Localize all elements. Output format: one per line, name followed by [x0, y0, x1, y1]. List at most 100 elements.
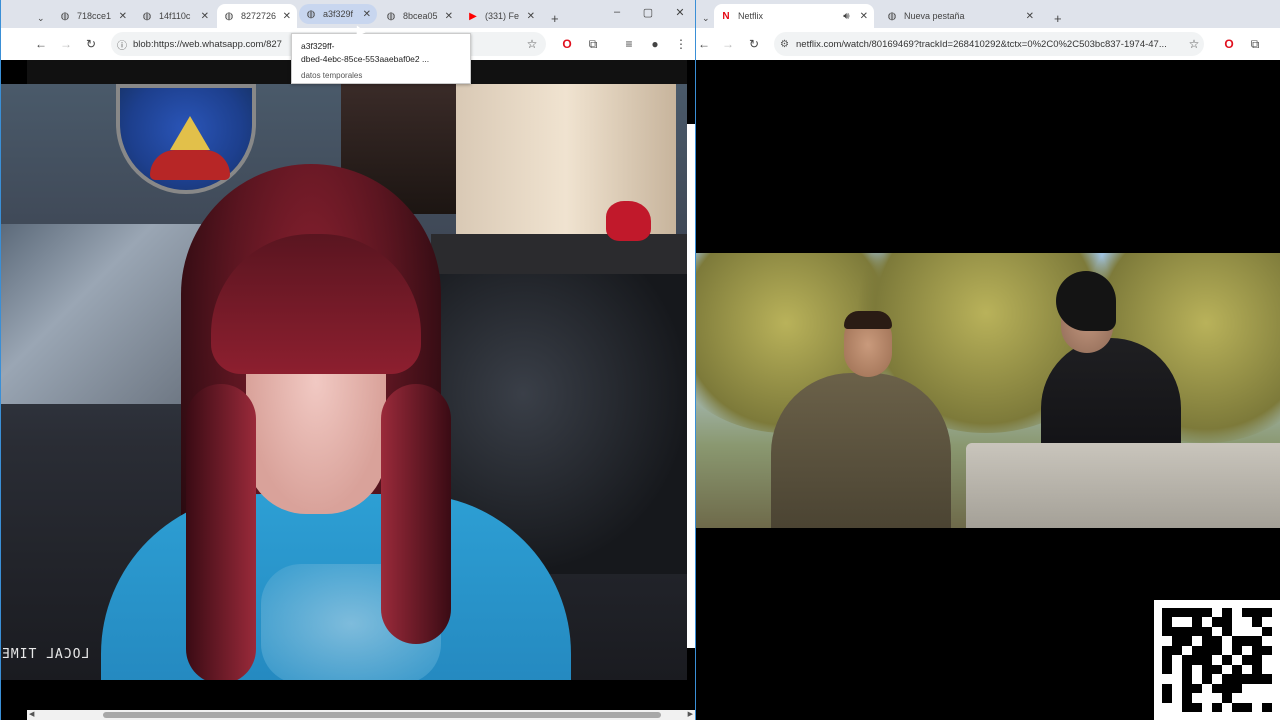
window-close-button[interactable]: ✕ [670, 6, 690, 19]
maximize-button[interactable]: ▢ [638, 6, 658, 19]
qr-module [1162, 645, 1172, 656]
extensions-icon[interactable]: ⧉ [585, 36, 601, 52]
tab-1[interactable]: ◍ 718cce1 ✕ [53, 4, 133, 28]
forward-button[interactable]: → [720, 36, 736, 52]
tab-2[interactable]: ◍ 14f110c ✕ [135, 4, 215, 28]
qr-module [1202, 617, 1212, 627]
netflix-video-frame[interactable] [696, 253, 1280, 528]
qr-module [1192, 608, 1202, 618]
globe-icon: ◍ [224, 10, 234, 22]
close-icon[interactable]: ✕ [283, 11, 291, 22]
qr-module [1182, 693, 1192, 703]
qr-module [1182, 626, 1192, 637]
opera-extension-icon[interactable]: O [559, 36, 575, 52]
qr-module [1262, 693, 1272, 703]
qr-module [1182, 664, 1192, 675]
qr-module [1172, 617, 1182, 627]
tab-5[interactable]: ◍ 8bcea05 ✕ [379, 4, 459, 28]
qr-module [1162, 636, 1172, 646]
scroll-right-arrow-icon[interactable]: ▶ [688, 710, 693, 720]
qr-module [1222, 655, 1232, 665]
close-icon[interactable]: ✕ [119, 11, 127, 22]
qr-module [1252, 626, 1262, 637]
qr-module [1222, 636, 1232, 646]
media-control-icon[interactable]: ≡ [621, 36, 637, 52]
qr-module [1182, 674, 1192, 684]
qr-module [1182, 636, 1192, 646]
qr-module [1162, 608, 1172, 618]
new-tab-button[interactable]: + [1048, 6, 1066, 30]
qr-module [1162, 626, 1172, 637]
plus-icon: + [1054, 10, 1062, 26]
address-bar[interactable]: ⚙ netflix.com/watch/80169469?trackId=268… [774, 32, 1204, 56]
tab-4[interactable]: ◍ a3f329f ✕ [299, 4, 377, 24]
extensions-icon[interactable]: ⧉ [1247, 36, 1263, 52]
qr-module [1212, 626, 1222, 637]
qr-module [1232, 702, 1242, 712]
qr-module [1222, 608, 1232, 618]
scroll-left-arrow-icon[interactable]: ◀ [29, 710, 34, 720]
speaker-icon[interactable]: 🔊︎ [843, 11, 849, 22]
back-button[interactable]: ← [33, 36, 49, 52]
plus-icon: + [551, 10, 559, 26]
new-tab-button[interactable]: + [545, 6, 563, 30]
tab-6[interactable]: ▶ (331) Fe ✕ [461, 4, 541, 28]
close-icon[interactable]: ✕ [860, 11, 868, 22]
qr-module [1172, 608, 1182, 618]
close-icon[interactable]: ✕ [1026, 11, 1034, 22]
tab-new-tab[interactable]: ◍ Nueva pestaña ✕ [880, 4, 1040, 28]
qr-module [1252, 693, 1262, 703]
qr-module [1252, 674, 1262, 684]
qr-module [1202, 608, 1212, 618]
qr-module [1212, 617, 1222, 627]
qr-module [1182, 617, 1192, 627]
tab-search-button[interactable]: ⌄ [696, 6, 714, 30]
bookmark-star-icon[interactable]: ☆ [1186, 36, 1202, 52]
tab-netflix[interactable]: N Netflix 🔊︎ ✕ [714, 4, 874, 28]
tab-3[interactable]: ◍ 8272726 ✕ [217, 4, 297, 28]
qr-module [1192, 664, 1202, 675]
qr-module [1182, 608, 1192, 618]
qr-module [1242, 608, 1252, 618]
qr-module [1222, 626, 1232, 637]
forward-button[interactable]: → [58, 36, 74, 52]
horizontal-scrollbar[interactable]: ◀ ▶ [27, 710, 695, 720]
webcam-video: LOCAL TIME [1, 84, 687, 680]
close-icon[interactable]: ✕ [527, 11, 535, 22]
qr-module [1242, 664, 1252, 675]
close-icon[interactable]: ✕ [201, 11, 209, 22]
info-icon[interactable]: ⓘ [117, 37, 127, 52]
chevron-down-icon: ⌄ [702, 12, 710, 23]
hylian-shield-decoration [116, 84, 256, 194]
qr-module [1252, 608, 1262, 618]
qr-module [1182, 645, 1192, 656]
tab-search-button[interactable]: ⌄ [31, 6, 49, 30]
qr-module [1182, 655, 1192, 665]
globe-icon: ◍ [887, 10, 897, 22]
back-button[interactable]: ← [696, 36, 712, 52]
qr-module [1172, 645, 1182, 656]
bookmark-star-icon[interactable]: ☆ [524, 36, 540, 52]
reload-button[interactable]: ↻ [746, 36, 762, 52]
vertical-scrollbar[interactable] [687, 124, 695, 648]
globe-icon: ◍ [386, 10, 396, 22]
tab-strip: ⌄ N Netflix 🔊︎ ✕ ◍ Nueva pestaña ✕ + [696, 0, 1280, 28]
qr-module [1242, 617, 1252, 627]
minimize-button[interactable]: – [607, 6, 627, 18]
qr-module [1212, 636, 1222, 646]
qr-module [1212, 645, 1222, 656]
scrollbar-thumb[interactable] [103, 712, 661, 718]
opera-extension-icon[interactable]: O [1221, 36, 1237, 52]
site-settings-icon[interactable]: ⚙ [780, 39, 789, 50]
close-icon[interactable]: ✕ [445, 11, 453, 22]
netflix-icon: N [722, 10, 730, 22]
qr-module [1242, 702, 1252, 712]
qr-module [1202, 645, 1212, 656]
reload-button[interactable]: ↻ [83, 36, 99, 52]
close-icon[interactable]: ✕ [363, 9, 371, 20]
qr-module [1222, 664, 1232, 675]
qr-module [1202, 693, 1212, 703]
left-browser-window: ⌄ ◍ 718cce1 ✕ ◍ 14f110c ✕ ◍ 8272726 ✕ ◍ … [0, 0, 696, 720]
profile-avatar-icon[interactable]: ● [647, 36, 663, 52]
menu-icon[interactable]: ⋮ [673, 36, 689, 52]
